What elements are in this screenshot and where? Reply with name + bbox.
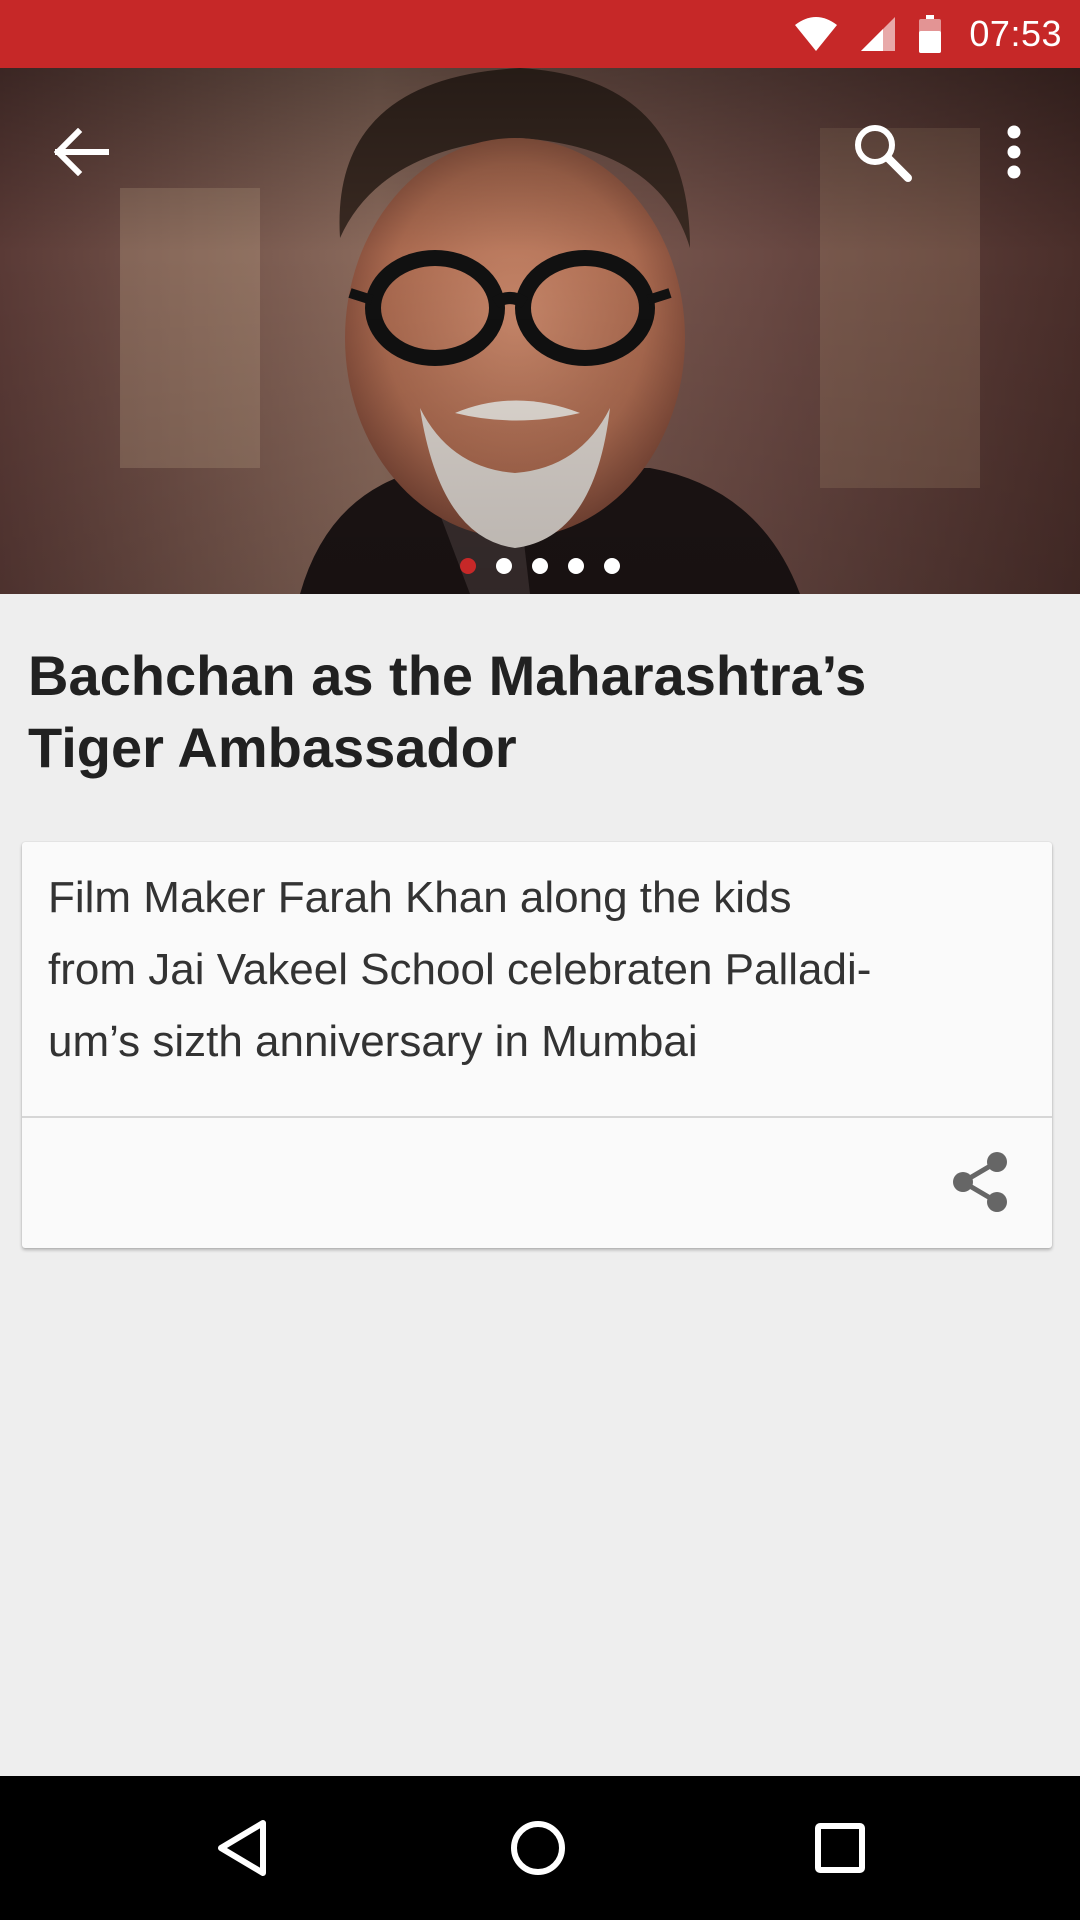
- article-headline: Bachchan as the Maharashtra’s Tiger Amba…: [28, 640, 1048, 784]
- status-bar: 07:53: [0, 0, 1080, 68]
- back-arrow-icon: [54, 128, 109, 176]
- caption-card: Film Maker Farah Khan along the kids fro…: [22, 842, 1052, 1248]
- card-actions: [22, 1118, 1052, 1246]
- cell-signal-icon: [861, 17, 896, 51]
- caption-text: Film Maker Farah Khan along the kids fro…: [22, 842, 1052, 1118]
- caption-line: um’s sizth anniversary in Mumbai: [48, 1017, 698, 1066]
- carousel-dot-4[interactable]: [568, 558, 584, 574]
- caption-line: Film Maker Farah Khan along the kids: [48, 873, 792, 922]
- nav-recents-button[interactable]: [790, 1798, 890, 1898]
- nav-back-icon: [218, 1820, 266, 1876]
- nav-home-button[interactable]: [488, 1798, 588, 1898]
- status-time: 07:53: [969, 13, 1062, 54]
- carousel-dot-3[interactable]: [532, 558, 548, 574]
- overflow-menu-button[interactable]: [978, 116, 1050, 188]
- caption-line: from Jai Vakeel School celebraten Pallad…: [48, 945, 872, 994]
- wifi-icon: [795, 17, 838, 51]
- battery-icon: [919, 15, 942, 53]
- carousel-page-indicator: [0, 558, 1080, 578]
- search-button[interactable]: [846, 116, 918, 188]
- carousel-dot-2[interactable]: [496, 558, 512, 574]
- back-button[interactable]: [46, 116, 118, 188]
- system-nav-bar: [0, 1776, 1080, 1920]
- more-vertical-icon: [1007, 125, 1021, 179]
- hero-image-carousel[interactable]: [0, 68, 1080, 594]
- nav-recents-icon: [815, 1823, 865, 1873]
- share-icon: [953, 1152, 1007, 1212]
- headline-line: Bachchan as the Maharashtra’s: [28, 644, 867, 707]
- nav-home-icon: [511, 1821, 565, 1875]
- share-button[interactable]: [948, 1150, 1012, 1214]
- headline-line: Tiger Ambassador: [28, 716, 517, 779]
- search-icon: [855, 125, 912, 182]
- app-toolbar: [0, 68, 1080, 236]
- carousel-dot-1[interactable]: [460, 558, 476, 574]
- carousel-dot-5[interactable]: [604, 558, 620, 574]
- nav-back-button[interactable]: [192, 1798, 292, 1898]
